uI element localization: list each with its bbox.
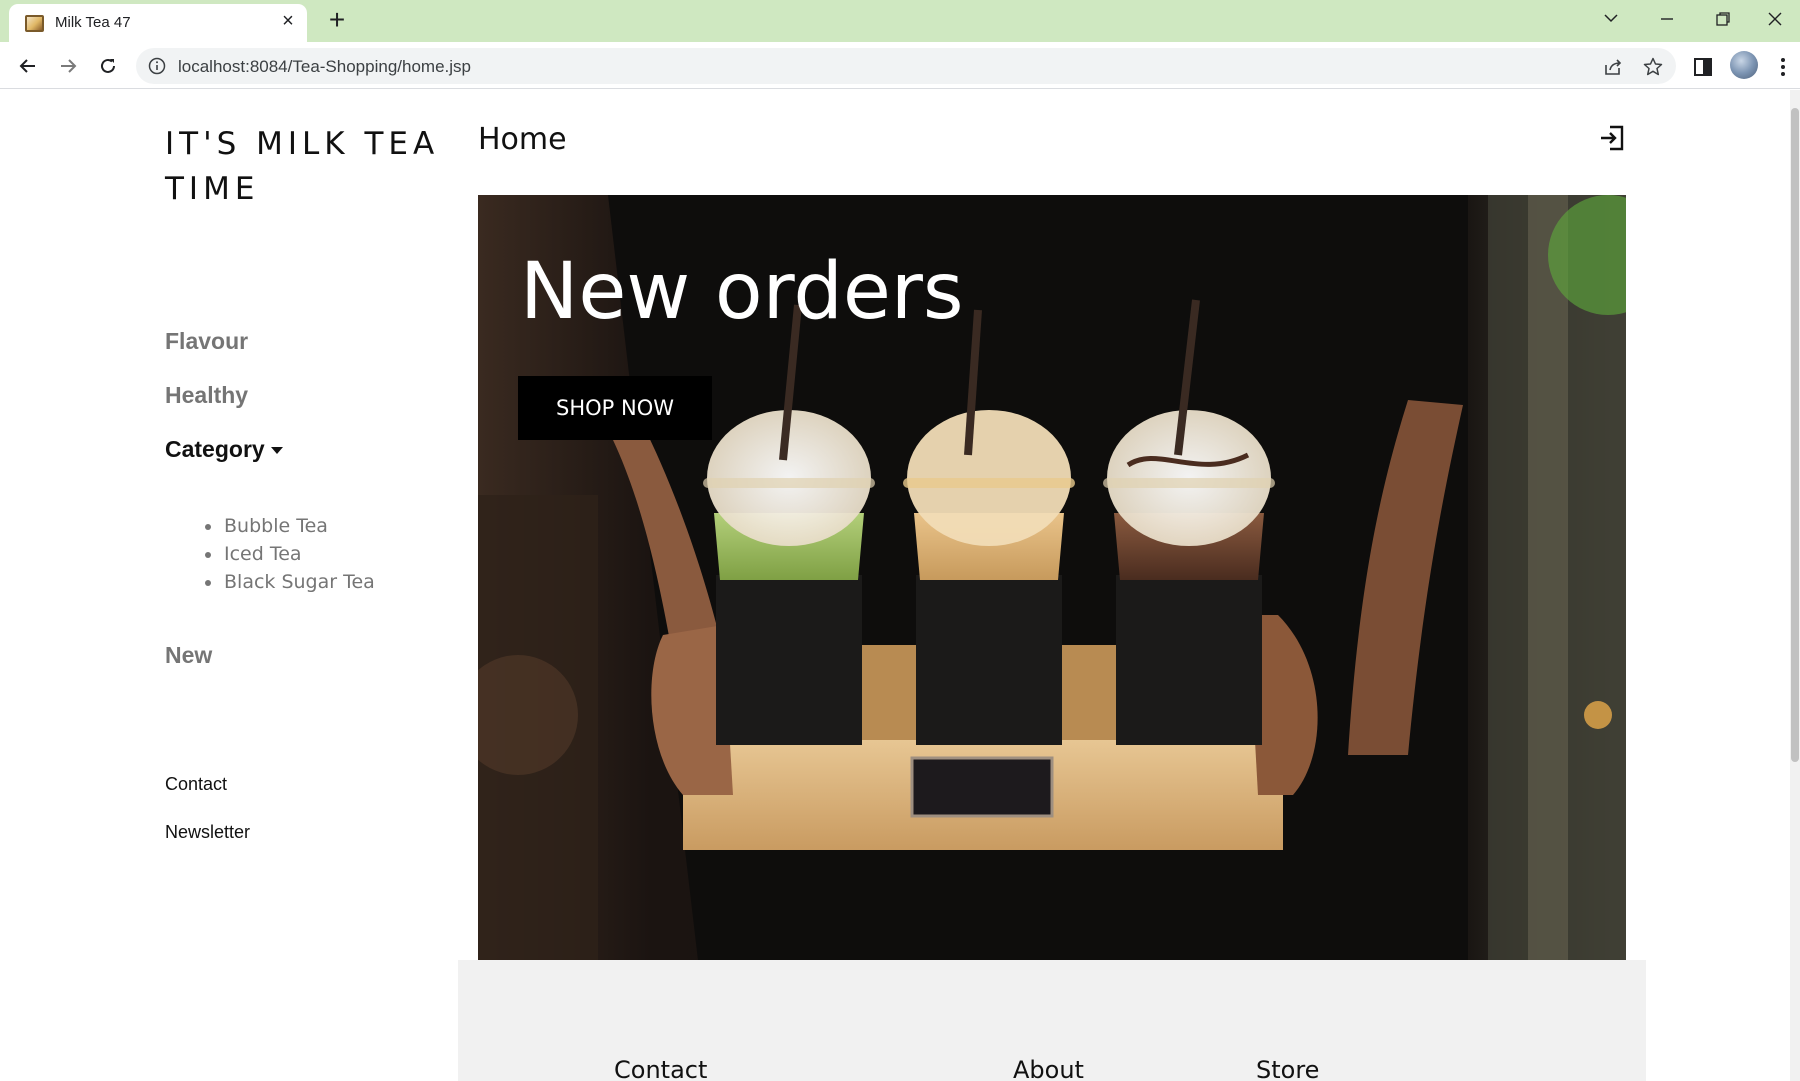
sidebar-link-contact[interactable]: Contact [165, 774, 227, 795]
site-brand[interactable]: IT'S MILK TEA TIME [165, 122, 455, 212]
side-panel-icon[interactable] [1692, 56, 1714, 78]
tab-title: Milk Tea 47 [55, 14, 131, 31]
category-submenu: Bubble Tea Iced Tea Black Sugar Tea [205, 512, 375, 596]
footer: Contact About Store [458, 960, 1646, 1081]
forward-arrow-icon[interactable] [54, 52, 82, 80]
site-info-icon[interactable] [148, 57, 166, 80]
hero-banner: New orders SHOP NOW [478, 195, 1626, 960]
favicon-icon [25, 15, 44, 32]
sidebar-link-newsletter[interactable]: Newsletter [165, 822, 250, 843]
browser-toolbar: localhost:8084/Tea-Shopping/home.jsp [0, 42, 1800, 89]
profile-avatar[interactable] [1730, 51, 1758, 79]
tab-search-icon[interactable] [1586, 0, 1636, 38]
browser-tabstrip: Milk Tea 47 × + [0, 0, 1800, 42]
footer-heading-store: Store [1256, 1056, 1320, 1081]
shop-now-button[interactable]: SHOP NOW [518, 376, 712, 440]
caret-down-icon [270, 447, 283, 455]
footer-heading-contact: Contact [614, 1056, 708, 1081]
menu-dots-icon[interactable] [1772, 56, 1794, 78]
reload-icon[interactable] [94, 52, 122, 80]
new-tab-icon[interactable]: + [324, 6, 350, 34]
sidebar-item-new[interactable]: New [165, 642, 212, 669]
share-icon[interactable] [1602, 56, 1624, 78]
url-text: localhost:8084/Tea-Shopping/home.jsp [178, 57, 471, 76]
web-page: IT'S MILK TEA TIME Flavour Healthy Categ… [0, 90, 1800, 1081]
page-title: Home [478, 122, 567, 157]
sidebar-item-flavour[interactable]: Flavour [165, 328, 248, 355]
sign-in-icon[interactable] [1598, 124, 1626, 152]
sidebar-item-category-label: Category [165, 436, 265, 462]
sidebar-item-category[interactable]: Category [165, 436, 283, 463]
submenu-item-bubble-tea[interactable]: Bubble Tea [205, 512, 375, 540]
close-window-icon[interactable] [1750, 0, 1800, 38]
footer-heading-about: About [1013, 1056, 1084, 1081]
hero-heading: New orders [520, 247, 964, 337]
minimize-icon[interactable] [1642, 0, 1692, 38]
sidebar-item-healthy[interactable]: Healthy [165, 382, 248, 409]
restore-icon[interactable] [1698, 0, 1748, 38]
browser-tab[interactable]: Milk Tea 47 × [9, 4, 307, 42]
submenu-item-iced-tea[interactable]: Iced Tea [205, 540, 375, 568]
scrollbar-thumb[interactable] [1791, 108, 1799, 762]
page-scrollbar[interactable] [1790, 90, 1800, 1081]
bookmark-star-icon[interactable] [1642, 56, 1664, 78]
address-bar[interactable]: localhost:8084/Tea-Shopping/home.jsp [136, 48, 1676, 84]
back-arrow-icon[interactable] [14, 52, 42, 80]
submenu-item-black-sugar-tea[interactable]: Black Sugar Tea [205, 568, 375, 596]
tab-close-icon[interactable]: × [277, 10, 299, 32]
